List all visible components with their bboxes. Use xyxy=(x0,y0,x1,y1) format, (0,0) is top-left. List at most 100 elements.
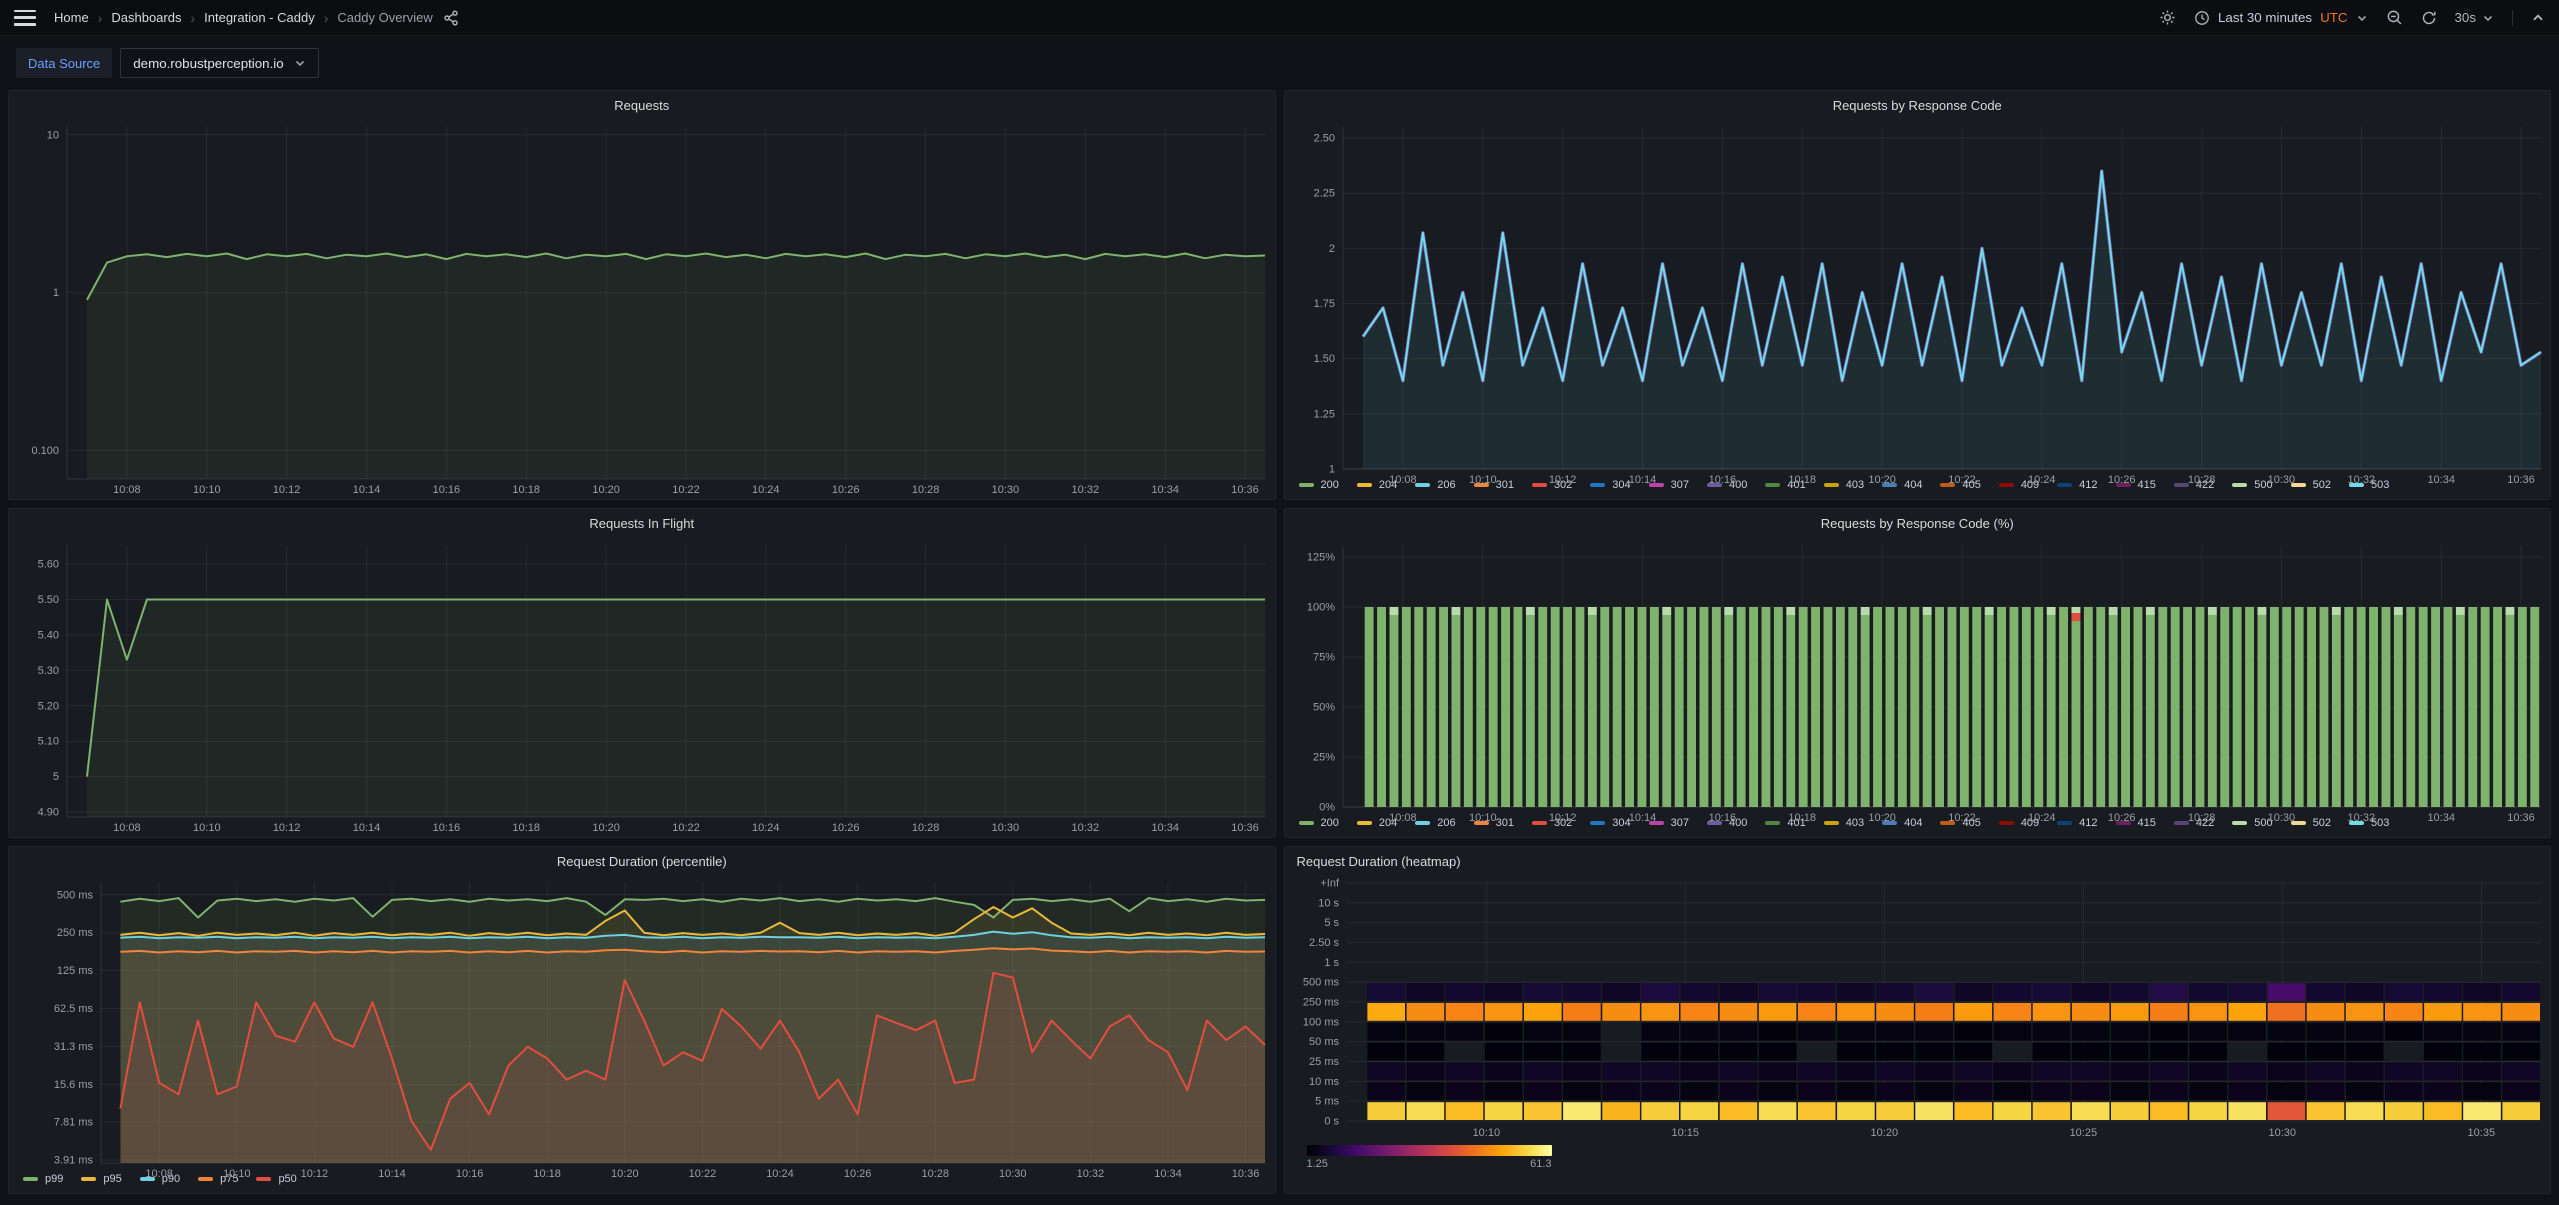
svg-text:10:10: 10:10 xyxy=(1469,812,1497,824)
svg-text:10:12: 10:12 xyxy=(301,1168,329,1180)
svg-text:10:16: 10:16 xyxy=(433,484,461,496)
requests-in-flight-chart-canvas[interactable]: 5.605.505.405.305.205.1054.9010:0810:101… xyxy=(9,537,1275,837)
svg-text:10:32: 10:32 xyxy=(2347,812,2375,824)
svg-text:10:30: 10:30 xyxy=(999,1168,1027,1180)
data-source-select[interactable]: demo.robustperception.io xyxy=(120,48,318,78)
svg-text:2: 2 xyxy=(1328,243,1334,255)
requests-by-code-chart-canvas[interactable]: 2.502.2521.751.501.25110:0810:1010:1210:… xyxy=(1285,119,2551,477)
duration-heatmap-chart-canvas[interactable]: +Inf10 s5 s2.50 s1 s500 ms250 ms100 ms50… xyxy=(1285,875,2551,1141)
panel-title: Requests In Flight xyxy=(589,516,694,531)
svg-text:10:10: 10:10 xyxy=(1472,1127,1500,1139)
svg-text:10:10: 10:10 xyxy=(193,484,221,496)
panel-header[interactable]: Requests In Flight xyxy=(9,509,1275,537)
svg-text:5.60: 5.60 xyxy=(38,559,59,571)
svg-text:10:10: 10:10 xyxy=(223,1168,251,1180)
timezone-label: UTC xyxy=(2320,10,2347,25)
panel-requests-by-response-code-pct: Requests by Response Code (%) 125%100%75… xyxy=(1284,508,2552,838)
breadcrumb-dashboards[interactable]: Dashboards xyxy=(111,10,181,25)
panel-header[interactable]: Requests by Response Code (%) xyxy=(1285,509,2551,537)
dashboard-settings-gear-icon[interactable] xyxy=(2159,9,2176,26)
svg-text:10:20: 10:20 xyxy=(611,1168,639,1180)
svg-text:1.25: 1.25 xyxy=(1313,408,1334,420)
svg-text:500 ms: 500 ms xyxy=(1302,977,1339,989)
svg-text:50 ms: 50 ms xyxy=(1309,1036,1339,1048)
panel-requests-by-response-code: Requests by Response Code 2.502.2521.751… xyxy=(1284,90,2552,500)
svg-text:10:08: 10:08 xyxy=(113,484,141,496)
svg-text:10:36: 10:36 xyxy=(1231,822,1259,834)
svg-text:10:26: 10:26 xyxy=(832,484,860,496)
svg-text:250 ms: 250 ms xyxy=(1302,997,1339,1009)
svg-text:10:22: 10:22 xyxy=(672,484,700,496)
svg-text:5: 5 xyxy=(53,771,59,783)
menu-toggle-icon[interactable] xyxy=(14,10,36,26)
panel-header[interactable]: Requests xyxy=(9,91,1275,119)
refresh-icon[interactable] xyxy=(2421,10,2437,26)
svg-text:10:26: 10:26 xyxy=(2107,474,2135,486)
panel-header[interactable]: Requests by Response Code xyxy=(1285,91,2551,119)
svg-text:1.50: 1.50 xyxy=(1313,353,1334,365)
requests-chart-canvas[interactable]: 1010.10010:0810:1010:1210:1410:1610:1810… xyxy=(9,119,1275,499)
panel-request-duration-percentile: Request Duration (percentile) 500 ms 250 … xyxy=(8,846,1276,1194)
svg-text:10:08: 10:08 xyxy=(113,822,141,834)
svg-text:10:08: 10:08 xyxy=(145,1168,173,1180)
svg-text:10:18: 10:18 xyxy=(512,484,540,496)
panel-title: Request Duration (percentile) xyxy=(557,854,727,869)
svg-text:10:20: 10:20 xyxy=(1868,474,1896,486)
svg-text:10:20: 10:20 xyxy=(1870,1127,1898,1139)
panel-requests-in-flight: Requests In Flight 5.605.505.405.305.205… xyxy=(8,508,1276,838)
svg-text:+Inf: +Inf xyxy=(1320,878,1340,890)
svg-text:1.75: 1.75 xyxy=(1313,298,1334,310)
svg-text:5.20: 5.20 xyxy=(38,700,59,712)
panel-header[interactable]: Request Duration (heatmap) xyxy=(1285,847,2551,875)
duration-percentile-chart-canvas[interactable]: 500 ms250 ms125 ms62.5 ms31.3 ms15.6 ms7… xyxy=(9,875,1275,1171)
svg-text:10:28: 10:28 xyxy=(2187,812,2215,824)
svg-text:125%: 125% xyxy=(1306,552,1334,564)
time-range-picker[interactable]: Last 30 minutes UTC xyxy=(2194,10,2368,26)
svg-text:125 ms: 125 ms xyxy=(57,965,94,977)
svg-text:10:30: 10:30 xyxy=(992,484,1020,496)
svg-text:10:28: 10:28 xyxy=(921,1168,949,1180)
svg-text:62.5 ms: 62.5 ms xyxy=(54,1003,94,1015)
svg-text:250 ms: 250 ms xyxy=(57,927,94,939)
svg-text:10:14: 10:14 xyxy=(1628,474,1656,486)
chevron-down-icon xyxy=(2482,12,2494,24)
svg-text:10:22: 10:22 xyxy=(1948,474,1976,486)
dashboard-variables-row: Data Source demo.robustperception.io xyxy=(0,36,2559,90)
svg-text:2.50: 2.50 xyxy=(1313,133,1334,145)
svg-text:10:14: 10:14 xyxy=(353,484,381,496)
svg-text:500 ms: 500 ms xyxy=(57,889,94,901)
share-icon[interactable] xyxy=(443,10,459,26)
requests-by-code-pct-chart-canvas[interactable]: 125%100%75%50%25%0%10:0810:1010:1210:141… xyxy=(1285,537,2551,815)
kiosk-chevron-up-icon[interactable] xyxy=(2531,11,2545,25)
svg-text:10:30: 10:30 xyxy=(2268,1127,2296,1139)
panel-requests: Requests 1010.10010:0810:1010:1210:1410:… xyxy=(8,90,1276,500)
svg-text:10:36: 10:36 xyxy=(2507,812,2535,824)
svg-text:10:22: 10:22 xyxy=(1948,812,1976,824)
svg-text:10:26: 10:26 xyxy=(844,1168,872,1180)
svg-text:10:34: 10:34 xyxy=(1151,822,1179,834)
refresh-interval-picker[interactable]: 30s xyxy=(2455,10,2495,25)
svg-text:25%: 25% xyxy=(1312,752,1334,764)
svg-text:5.50: 5.50 xyxy=(38,594,59,606)
svg-text:10:14: 10:14 xyxy=(1628,812,1656,824)
svg-text:31.3 ms: 31.3 ms xyxy=(54,1041,94,1053)
breadcrumb-folder[interactable]: Integration - Caddy xyxy=(204,10,315,25)
svg-text:4.90: 4.90 xyxy=(38,807,59,819)
svg-text:5.40: 5.40 xyxy=(38,629,59,641)
svg-text:10:30: 10:30 xyxy=(992,822,1020,834)
panel-header[interactable]: Request Duration (percentile) xyxy=(9,847,1275,875)
svg-text:10:30: 10:30 xyxy=(2267,474,2295,486)
svg-text:10:12: 10:12 xyxy=(273,822,301,834)
svg-text:10:20: 10:20 xyxy=(592,484,620,496)
time-range-label: Last 30 minutes xyxy=(2218,10,2312,25)
svg-text:10:24: 10:24 xyxy=(752,484,780,496)
breadcrumb-separator-icon: › xyxy=(98,10,103,26)
svg-text:15.6 ms: 15.6 ms xyxy=(54,1079,94,1091)
breadcrumb-home[interactable]: Home xyxy=(54,10,89,25)
zoom-out-icon[interactable] xyxy=(2386,9,2403,26)
svg-text:10:32: 10:32 xyxy=(1077,1168,1105,1180)
svg-text:10:22: 10:22 xyxy=(672,822,700,834)
svg-text:10:16: 10:16 xyxy=(456,1168,484,1180)
svg-text:10:32: 10:32 xyxy=(2347,474,2375,486)
svg-text:10 s: 10 s xyxy=(1318,897,1339,909)
